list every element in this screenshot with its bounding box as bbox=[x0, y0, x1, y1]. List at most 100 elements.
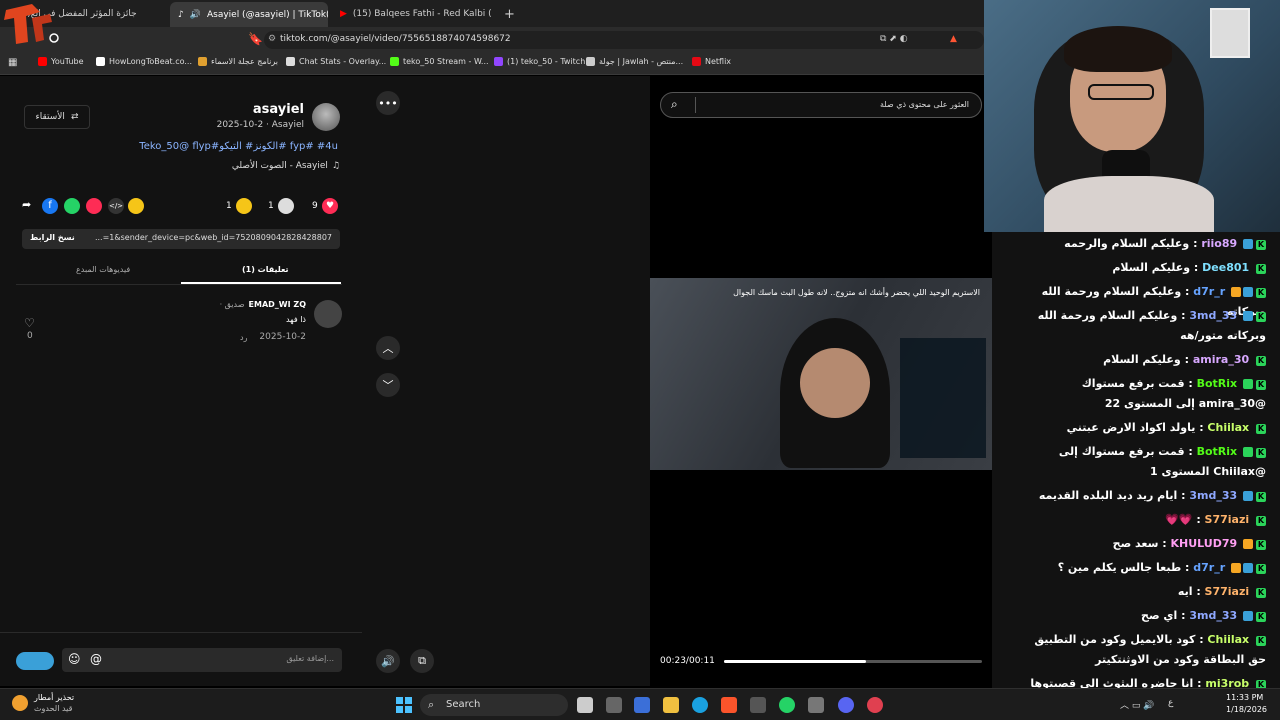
embed-icon[interactable]: </> bbox=[108, 198, 124, 214]
url-field[interactable]: ⚙ tiktok.com/@asayiel/video/755651887407… bbox=[264, 31, 984, 49]
chat-message: K Chiilax : ياولد اكواد الارض عبتني bbox=[1066, 421, 1266, 434]
bookmark-star-icon[interactable]: 🔖 bbox=[248, 32, 263, 46]
bookmark-kick-stream[interactable]: teko_50 Stream - W... bbox=[390, 57, 489, 66]
file-explorer-icon[interactable] bbox=[663, 697, 679, 713]
site-info-icon[interactable]: ⚙ bbox=[268, 34, 276, 44]
video-overlay-text: الاستريم الوحيد اللي يحضر وأشك انه متزوج… bbox=[733, 288, 980, 297]
send-to-friend-icon[interactable] bbox=[86, 198, 102, 214]
audio-icon[interactable]: 🔊 bbox=[190, 10, 201, 20]
progress-fill bbox=[724, 660, 866, 663]
whatsapp-icon[interactable] bbox=[64, 198, 80, 214]
taskbar-search[interactable]: ⌕ Search bbox=[420, 694, 568, 716]
comment-avatar[interactable] bbox=[314, 300, 342, 328]
picture-in-picture-icon[interactable]: ⧉ bbox=[410, 649, 434, 673]
chat-message: K riio89 : وعليكم السلام والرحمه bbox=[1064, 237, 1266, 250]
bookmark-chat-stats[interactable]: Chat Stats - Overlay... bbox=[286, 57, 386, 66]
chat-message: K BotRix : قمت برفع مستواك @amira_30 إلى… bbox=[1081, 377, 1266, 410]
follow-button[interactable]: الأستقاء ⇄ bbox=[24, 105, 90, 129]
apps-icon[interactable]: ▦ bbox=[8, 57, 17, 68]
next-video-button[interactable]: ﹀ bbox=[376, 373, 400, 397]
search-icon: ⌕ bbox=[428, 698, 435, 711]
comments-panel: الأستقاء ⇄ asayiel 2025-10-2 · Asayiel Te… bbox=[0, 76, 362, 686]
swap-icon: ⇄ bbox=[70, 112, 79, 122]
sound-row[interactable]: الصوت الأصلي - Asayiel ♫ bbox=[232, 161, 340, 171]
tab-tiktok[interactable]: ♪ 🔊 Asayiel (@asayiel) | TikTok(1) ✕ bbox=[170, 2, 328, 27]
widgets-icon[interactable] bbox=[606, 697, 622, 713]
emoji-icon[interactable]: ☺ bbox=[68, 652, 81, 666]
clock-time[interactable]: 11:33 PM bbox=[1226, 693, 1263, 702]
extensions-icon[interactable]: ⧉ ⬈ ◐ bbox=[880, 34, 908, 44]
store-icon[interactable] bbox=[750, 697, 766, 713]
chat-message: K KHULUD79 : سعد صح bbox=[1112, 537, 1266, 550]
progress-track[interactable] bbox=[724, 660, 982, 663]
previous-video-button[interactable]: ︿ bbox=[376, 336, 400, 360]
brave-browser-icon[interactable] bbox=[721, 697, 737, 713]
tab-comments[interactable]: تعليقات (1) bbox=[242, 265, 289, 274]
tab-label: (15) Balqees Fathi - Red Kalbi (Offici bbox=[352, 9, 492, 19]
brave-icon[interactable]: ▲ bbox=[950, 34, 957, 44]
hair bbox=[1064, 26, 1172, 72]
video-frame[interactable]: الاستريم الوحيد اللي يحضر وأشك انه متزوج… bbox=[650, 278, 992, 470]
saves-count: 1 bbox=[226, 201, 232, 211]
tab-youtube[interactable]: ▶ (15) Balqees Fathi - Red Kalbi (Offici bbox=[332, 4, 492, 24]
clock-date: 1/18/2026 bbox=[1226, 705, 1268, 714]
bookmark-jawlah[interactable]: جولة | Jawlah - منتص... bbox=[586, 57, 683, 66]
bookmark-youtube[interactable]: YouTube bbox=[38, 57, 84, 66]
chat-message: K d7r_r : طبعا جالس يكلم مين ؟ bbox=[1057, 561, 1266, 574]
avatar[interactable] bbox=[312, 103, 340, 131]
comment-input[interactable]: ☺ @ إضافة تعليق... bbox=[62, 648, 342, 672]
comments-count: 1 bbox=[268, 201, 274, 211]
divider bbox=[0, 632, 362, 633]
stream-logo bbox=[2, 2, 64, 46]
sound-label: الصوت الأصلي - Asayiel bbox=[231, 161, 328, 171]
tab-creator-videos[interactable]: فيديوهات المبدع bbox=[76, 265, 130, 274]
chat-message: K mi3rob : انا حاضره البثوث الي قصيتوها … bbox=[1030, 677, 1266, 688]
app-icon[interactable] bbox=[808, 697, 824, 713]
app-icon[interactable] bbox=[867, 697, 883, 713]
taskbar-search-label: Search bbox=[446, 699, 481, 710]
search-box[interactable]: ⌕ العثور على محتوى ذي صلة bbox=[660, 92, 982, 118]
new-tab-button[interactable]: + bbox=[496, 4, 516, 24]
copy-link-button[interactable]: نسخ الرابط bbox=[30, 233, 75, 242]
reply-button[interactable]: رد bbox=[240, 333, 247, 342]
chat-message: K BotRix : قمت برفع مستواك إلى @Chiilax … bbox=[1058, 445, 1266, 478]
more-options-button[interactable]: ••• bbox=[376, 91, 400, 115]
heart-icon[interactable]: ♥ bbox=[322, 198, 338, 214]
task-view-icon[interactable] bbox=[577, 697, 593, 713]
bookmark-howlongtobeat[interactable]: HowLongToBeat.co... bbox=[96, 57, 192, 66]
share-arrow-icon[interactable]: ➦ bbox=[22, 198, 31, 211]
chat-message: K S77iazi : 💗💗 bbox=[1165, 513, 1266, 526]
link-box: نسخ الرابط ...=1&sender_device=pc&web_id… bbox=[22, 229, 340, 249]
divider bbox=[695, 97, 696, 113]
video-player[interactable]: ⌕ العثور على محتوى ذي صلة الاستريم الوحي… bbox=[650, 76, 992, 686]
weather-icon[interactable] bbox=[12, 695, 28, 711]
post-caption: Teko_50@ flyp#الكونز# التيكو# fyp# #4u bbox=[139, 141, 338, 152]
video-time: 00:23/00:11 bbox=[660, 656, 715, 666]
volume-icon[interactable]: 🔊 bbox=[376, 649, 400, 673]
comment-author[interactable]: EMAD_WI ZQ bbox=[249, 300, 306, 309]
repost-icon[interactable] bbox=[128, 198, 144, 214]
mention-icon[interactable]: @ bbox=[90, 652, 102, 666]
bookmark-name-wheel[interactable]: برنامج عجلة الاسماء bbox=[198, 57, 278, 66]
stream-overlay-panel bbox=[900, 338, 986, 458]
facebook-icon[interactable]: f bbox=[42, 198, 58, 214]
stream-chat: K riio89 : وعليكم السلام والرحمه K Dee80… bbox=[992, 232, 1280, 688]
bookmark-twitch[interactable]: (1) teko_50 - Twitch bbox=[494, 57, 585, 66]
comment-icon[interactable] bbox=[278, 198, 294, 214]
discord-icon[interactable] bbox=[838, 697, 854, 713]
comment-like-icon[interactable]: ♡ bbox=[24, 316, 35, 330]
weather-title[interactable]: تحذير أمطار bbox=[34, 693, 74, 702]
bookmark-icon[interactable] bbox=[236, 198, 252, 214]
edge-icon[interactable] bbox=[692, 697, 708, 713]
copilot-icon[interactable] bbox=[634, 697, 650, 713]
player-controls-column: ••• ︿ ﹀ 🔊 ⧉ bbox=[362, 76, 650, 686]
whatsapp-app-icon[interactable] bbox=[779, 697, 795, 713]
chat-message: K 3md_33 : وعليكم السلام ورحمة الله وبرك… bbox=[1037, 309, 1266, 342]
extension-toggle[interactable] bbox=[16, 652, 54, 670]
input-language[interactable]: ع bbox=[1168, 698, 1173, 708]
bookmark-netflix[interactable]: Netflix bbox=[692, 57, 731, 66]
username[interactable]: asayiel bbox=[253, 102, 304, 117]
windows-start-icon[interactable] bbox=[396, 697, 412, 713]
system-tray-icons[interactable]: ︿ ▭ 🔊 bbox=[1120, 698, 1154, 711]
search-icon[interactable]: ⌕ bbox=[671, 97, 678, 112]
